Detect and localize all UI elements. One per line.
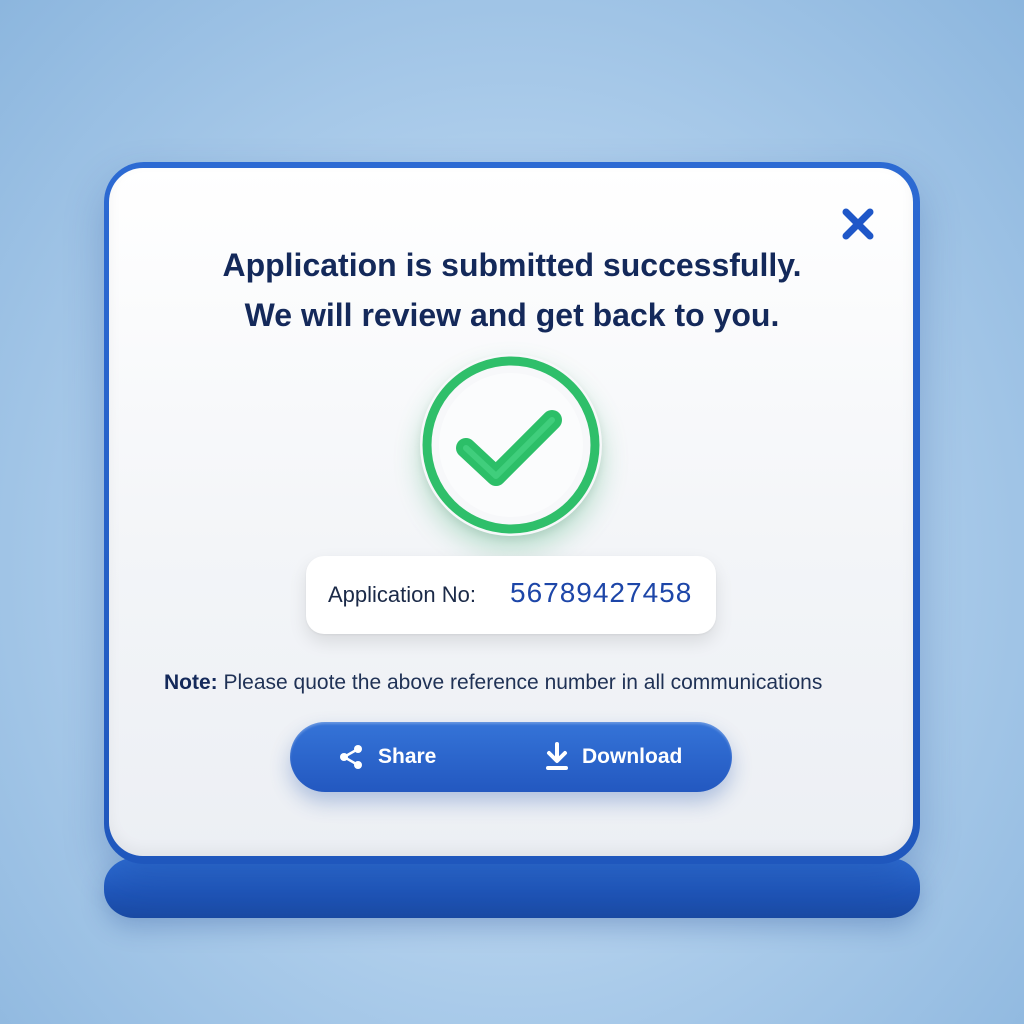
- share-button[interactable]: Share: [338, 722, 436, 792]
- headline-line-1: Application is submitted successfully.: [222, 247, 802, 283]
- download-button[interactable]: Download: [544, 722, 682, 792]
- download-icon: [544, 742, 570, 772]
- note-text: Note: Please quote the above reference n…: [164, 671, 884, 695]
- headline-line-2: We will review and get back to you.: [244, 297, 780, 333]
- dialog-stand: [104, 858, 920, 918]
- share-icon: [338, 743, 366, 771]
- application-number-label: Application No:: [328, 582, 476, 607]
- application-number-box: Application No: 56789427458: [306, 556, 716, 634]
- share-label: Share: [378, 745, 437, 768]
- check-circle-icon: [420, 354, 602, 536]
- application-number-value: 56789427458: [510, 577, 693, 608]
- download-label: Download: [582, 745, 683, 768]
- note-body: Please quote the above reference number …: [217, 671, 823, 694]
- note-title: Note:: [164, 671, 218, 694]
- success-message: Application is submitted successfully. W…: [150, 240, 874, 340]
- action-bar: Share Download: [290, 722, 732, 792]
